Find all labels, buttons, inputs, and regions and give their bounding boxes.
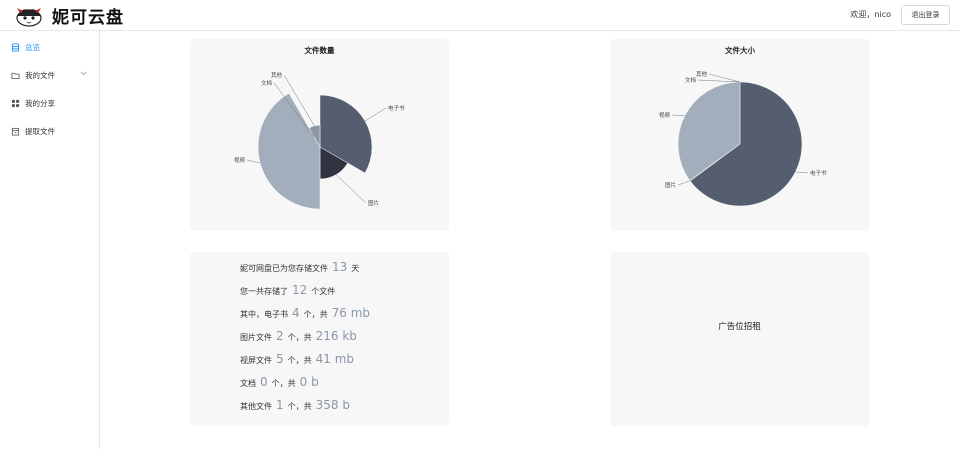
stat-other-size: 358 b (315, 398, 350, 412)
app-title: 妮可云盘 (52, 8, 124, 28)
file-count-pie-chart: 电子书图片 视频 文档其他 (234, 71, 405, 210)
stat-unit: 天 (351, 264, 360, 273)
stat-video-count: 5 (276, 352, 284, 366)
stat-image-size: 216 kb (315, 329, 357, 343)
slice-leader-line (671, 114, 685, 117)
sidebar-item-label: 我的分享 (25, 98, 55, 108)
stat-unit: 个，共 (287, 402, 312, 411)
sidebar-item-label: 我的文件 (25, 70, 55, 80)
ad-card: 广告位招租 (610, 252, 869, 426)
stat-row-image: 图片文件 2 个，共 216 kb (240, 329, 374, 352)
slice-leader-line (795, 171, 809, 174)
slice-label: 文档 (261, 79, 273, 87)
stat-row-other: 其他文件 1 个，共 358 b (240, 398, 374, 421)
slice-leader-line (335, 174, 367, 204)
sidebar-item-extract-files[interactable]: 提取文件 (0, 117, 99, 145)
stat-doc-size: 0 b (299, 375, 319, 389)
stat-label: 其他文件 (240, 402, 272, 411)
slice-leader-line (677, 180, 691, 186)
stat-row-doc: 文档 0 个，共 0 b (240, 375, 374, 398)
stat-unit: 个，共 (303, 310, 328, 319)
sidebar-item-label: 提取文件 (25, 126, 55, 136)
stat-ebook-size: 76 mb (331, 306, 371, 320)
stat-label: 视屏文件 (240, 356, 272, 365)
stat-video-size: 41 mb (315, 352, 355, 366)
stat-total-value: 12 (292, 283, 308, 297)
sidebar-item-my-files[interactable]: 我的文件 (0, 61, 99, 89)
slice-label: 图片 (368, 199, 379, 207)
slice-label: 视频 (234, 156, 246, 164)
stat-label: 图片文件 (240, 333, 272, 342)
sidebar-item-overview[interactable]: 总览 (0, 33, 99, 61)
stat-row-total: 您一共存储了 12 个文件 (240, 283, 374, 306)
stats-card: 妮可网盘已为您存储文件 13 天 您一共存储了 12 个文件 其中，电子书 4 … (190, 252, 449, 426)
username: nico (874, 10, 891, 19)
logo-icon (16, 7, 42, 27)
sidebar-item-label: 总览 (25, 42, 40, 52)
stat-unit: 个，共 (271, 379, 296, 388)
grid-icon (11, 99, 20, 107)
header: 妮可云盘 欢迎，nico 退出登录 (0, 0, 960, 31)
stats-list: 妮可网盘已为您存储文件 13 天 您一共存储了 12 个文件 其中，电子书 4 … (240, 260, 374, 421)
sidebar: 总览 我的文件 我的分享 提取文件 (0, 31, 100, 449)
stat-label: 您一共存储了 (240, 287, 288, 296)
welcome-prefix: 欢迎， (850, 10, 875, 19)
stat-label: 文档 (240, 379, 256, 388)
slice-leader-line (364, 107, 387, 122)
dashboard-icon (11, 42, 20, 52)
stat-other-count: 1 (276, 398, 284, 412)
logo[interactable]: 妮可云盘 (14, 3, 124, 28)
stat-ebook-count: 4 (292, 306, 300, 320)
inbox-icon (11, 127, 20, 136)
stat-unit: 个，共 (287, 333, 312, 342)
slice-label: 视频 (659, 111, 671, 119)
slice-label: 其他 (271, 71, 283, 79)
stat-unit: 个，共 (287, 356, 312, 365)
folder-icon (11, 72, 20, 79)
stat-row-ebook: 其中，电子书 4 个，共 76 mb (240, 306, 374, 329)
ad-text: 广告位招租 (718, 322, 761, 332)
stat-row-days: 妮可网盘已为您存储文件 13 天 (240, 260, 374, 283)
stat-row-video: 视屏文件 5 个，共 41 mb (240, 352, 374, 375)
slice-video[interactable] (257, 92, 321, 210)
slice-label: 图片 (665, 181, 676, 189)
slice-label: 电子书 (810, 169, 827, 177)
stat-unit: 个文件 (311, 287, 336, 296)
file-count-card: 文件数量 电子书 图片 视频 文档 其他 (190, 39, 449, 231)
welcome-text: 欢迎，nico (850, 9, 891, 20)
stat-days-value: 13 (332, 260, 348, 274)
logout-button[interactable]: 退出登录 (901, 5, 950, 25)
slice-leader-line (246, 159, 261, 164)
chevron-down-icon[interactable] (80, 71, 87, 76)
stat-doc-count: 0 (260, 375, 268, 389)
slice-label: 其他 (696, 70, 708, 78)
stat-label: 妮可网盘已为您存储文件 (240, 264, 328, 273)
slice-label: 文档 (685, 76, 697, 84)
file-size-pie-chart: 电子书图片 视频 文档其他 (659, 70, 827, 207)
stat-image-count: 2 (276, 329, 284, 343)
file-size-card: 文件大小 电子书 图片 视频 文档 其他 (610, 39, 870, 231)
slice-label: 电子书 (388, 104, 405, 112)
sidebar-item-my-shares[interactable]: 我的分享 (0, 89, 99, 117)
stat-label: 其中，电子书 (240, 310, 288, 319)
